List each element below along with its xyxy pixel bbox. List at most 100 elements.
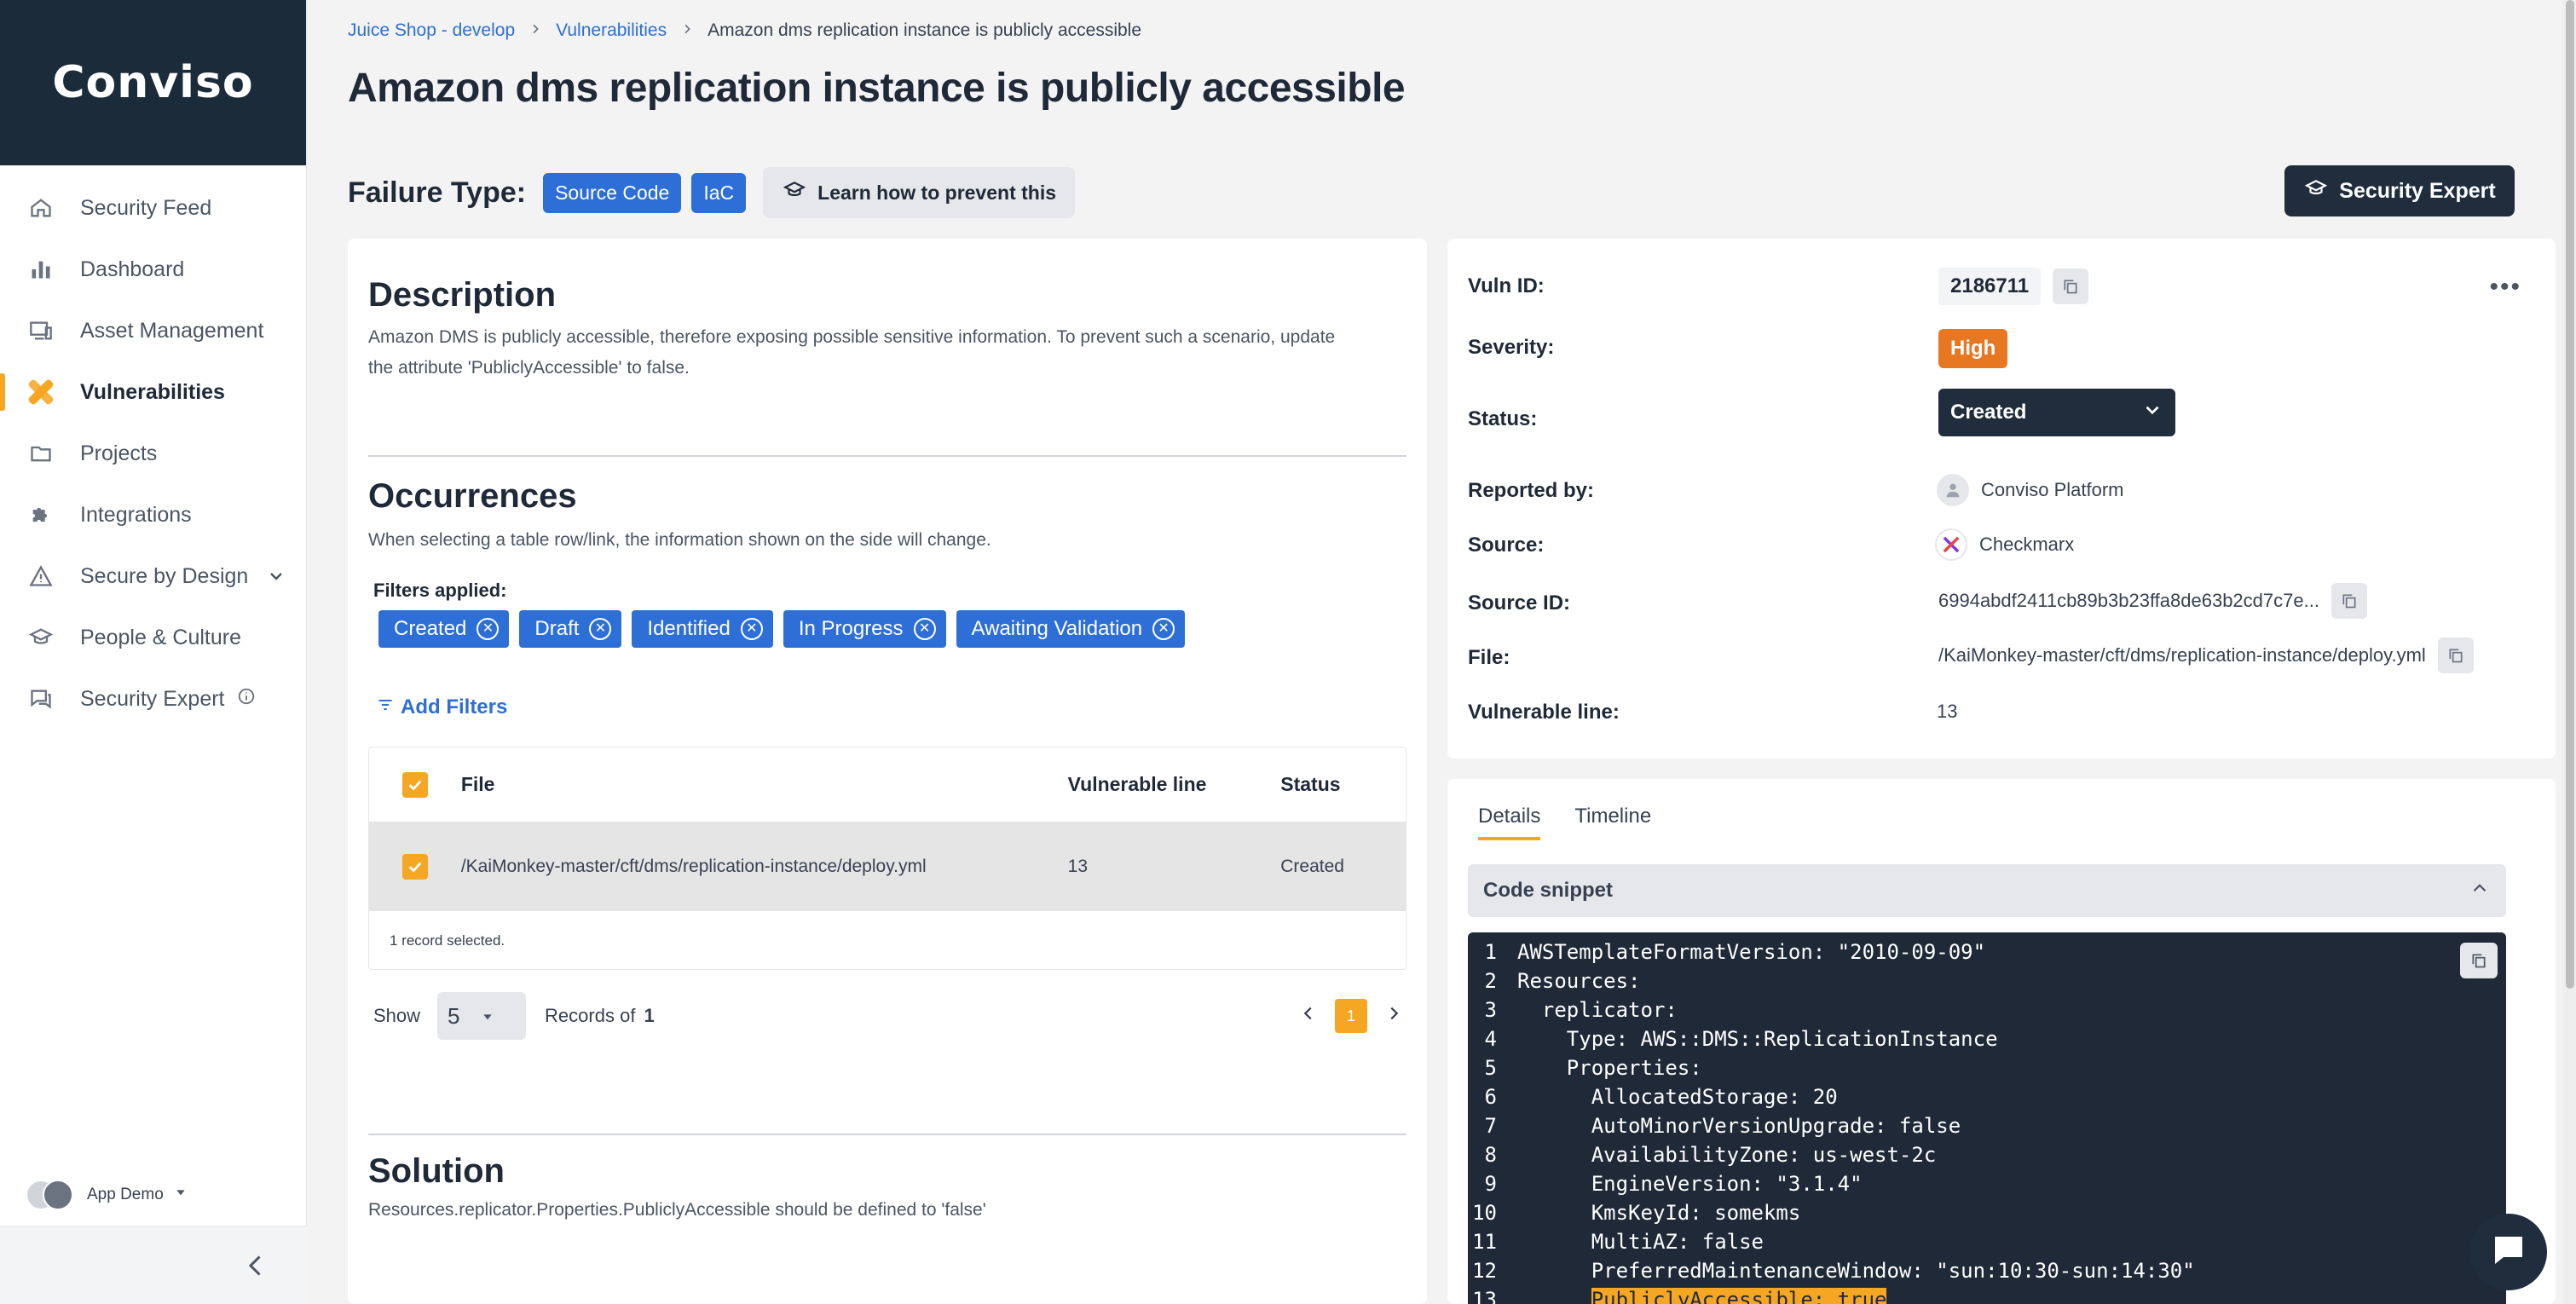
status-value: Created — [1938, 389, 2175, 436]
line-number: 2 — [1484, 969, 1497, 993]
page-title: Amazon dms replication instance is publi… — [348, 66, 1406, 111]
vulnerable-line-value: 13 — [1937, 701, 1957, 723]
sidebar-item-secure-by-design[interactable]: Secure by Design — [0, 545, 306, 607]
warning-icon — [27, 563, 55, 590]
line-number: 3 — [1484, 998, 1497, 1022]
failure-type-row: Failure Type: Source Code IaC Learn how … — [348, 167, 1076, 218]
breadcrumb-vulnerabilities[interactable]: Vulnerabilities — [556, 20, 667, 41]
chevron-down-icon[interactable] — [266, 566, 286, 592]
occurrences-title: Occurrences — [368, 477, 577, 515]
copy-icon[interactable] — [2437, 638, 2474, 673]
row-checkbox[interactable] — [369, 854, 461, 880]
avatar — [26, 1178, 77, 1212]
chevron-left-icon[interactable] — [240, 1250, 271, 1285]
code-line: 3 replicator: — [1468, 995, 2506, 1024]
tab-timeline[interactable]: Timeline — [1574, 805, 1651, 840]
remove-filter-icon[interactable]: ✕ — [1152, 618, 1175, 640]
security-expert-label: Security Expert — [2339, 178, 2496, 203]
line-text: AutoMinorVersionUpgrade: false — [1517, 1114, 1961, 1138]
solution-title: Solution — [368, 1152, 505, 1190]
solution-text: Resources.replicator.Properties.Publicly… — [368, 1200, 986, 1220]
tab-details[interactable]: Details — [1478, 805, 1541, 840]
reported-by-name: Conviso Platform — [1981, 479, 2124, 500]
copy-icon[interactable] — [2460, 943, 2498, 978]
user-menu[interactable]: App Demo — [26, 1178, 188, 1212]
highlighted-vulnerable-code: PubliclyAccessible: true — [1591, 1288, 1887, 1304]
code-line: 6 AllocatedStorage: 20 — [1468, 1082, 2506, 1111]
remove-filter-icon[interactable]: ✕ — [477, 618, 500, 640]
remove-filter-icon[interactable]: ✕ — [740, 618, 763, 640]
page-number-button[interactable]: 1 — [1335, 999, 1367, 1033]
more-options-icon[interactable]: ••• — [2489, 273, 2521, 302]
sidebar-item-label: Asset Management — [80, 318, 264, 343]
sidebar-item-people-culture[interactable]: People & Culture — [0, 607, 306, 668]
code-snippet-header[interactable]: Code snippet — [1468, 864, 2506, 917]
sidebar-item-label: Security Feed — [80, 195, 212, 220]
vuln-id: 2186711 — [1938, 268, 2042, 305]
line-number: 12 — [1472, 1259, 1497, 1283]
line-number: 1 — [1484, 940, 1497, 964]
selection-note: 1 record selected. — [390, 932, 505, 949]
column-header-status[interactable]: Status — [1280, 773, 1406, 796]
sidebar-item-security-feed[interactable]: Security Feed — [0, 177, 306, 239]
page-size-select[interactable]: 5 — [437, 992, 527, 1040]
sidebar-item-vulnerabilities[interactable]: Vulnerabilities — [0, 361, 306, 423]
line-text: EngineVersion: "3.1.4" — [1517, 1172, 1863, 1196]
filter-chip-label: Awaiting Validation — [971, 617, 1143, 640]
chat-bubble-icon — [2488, 1230, 2529, 1275]
records-label: Records of — [545, 1005, 636, 1026]
table-row[interactable]: /KaiMonkey-master/cft/dms/replication-in… — [369, 822, 1406, 911]
scrollbar-thumb[interactable] — [2566, 0, 2574, 989]
code-line: 12 PreferredMaintenanceWindow: "sun:10:3… — [1468, 1256, 2506, 1285]
line-text: MultiAZ: false — [1517, 1230, 1764, 1254]
learn-prevent-button[interactable]: Learn how to prevent this — [763, 167, 1076, 218]
column-header-vulnerable-line[interactable]: Vulnerable line — [1068, 773, 1281, 796]
copy-icon[interactable] — [2053, 268, 2089, 304]
add-filters-button[interactable]: Add Filters — [377, 695, 507, 719]
chevron-left-icon[interactable] — [1299, 1004, 1318, 1028]
puzzle-icon — [27, 501, 55, 528]
pager: 1 — [1299, 999, 1403, 1033]
select-all-checkbox[interactable] — [369, 771, 461, 798]
checkmarx-icon — [1935, 528, 1967, 561]
status-selected: Created — [1950, 401, 2027, 424]
column-header-file[interactable]: File — [461, 773, 1068, 796]
breadcrumb-project[interactable]: Juice Shop - develop — [348, 20, 515, 41]
sidebar-item-integrations[interactable]: Integrations — [0, 484, 306, 545]
line-number: 10 — [1472, 1201, 1497, 1225]
logo[interactable]: Conviso — [0, 0, 306, 165]
reported-by-label: Reported by: — [1468, 479, 1595, 502]
status-dropdown[interactable]: Created — [1938, 389, 2175, 436]
user-icon — [1937, 474, 1969, 506]
sidebar-item-dashboard[interactable]: Dashboard — [0, 239, 306, 300]
chevron-down-icon — [2141, 399, 2163, 427]
line-number: 13 — [1472, 1288, 1497, 1304]
sidebar-item-security-expert[interactable]: Security Expert — [0, 668, 306, 730]
filter-icon — [377, 695, 394, 719]
filter-chip-draft: Draft ✕ — [519, 610, 622, 648]
file-path: /KaiMonkey-master/cft/dms/replication-in… — [1938, 644, 2426, 666]
line-number: 7 — [1484, 1114, 1497, 1138]
remove-filter-icon[interactable]: ✕ — [913, 618, 936, 640]
line-text — [1510, 1288, 1591, 1304]
source-id-value: 6994abdf2411cb89b3b23ffa8de63b2cd7c7e... — [1938, 583, 2367, 619]
remove-filter-icon[interactable]: ✕ — [589, 618, 612, 640]
description-text: Amazon DMS is publicly accessible, there… — [368, 327, 1336, 378]
graduation-cap-icon — [27, 624, 55, 651]
filter-chip-awaiting-validation: Awaiting Validation ✕ — [956, 610, 1186, 648]
sidebar-item-projects[interactable]: Projects — [0, 423, 306, 484]
filter-chip-label: Draft — [534, 617, 580, 640]
info-icon[interactable] — [237, 687, 256, 712]
chevron-right-icon[interactable] — [1384, 1004, 1403, 1028]
graduation-cap-icon — [2303, 177, 2329, 205]
copy-icon[interactable] — [2331, 583, 2367, 619]
line-number: 6 — [1484, 1085, 1497, 1109]
sidebar-item-asset-management[interactable]: Asset Management — [0, 300, 306, 361]
chat-launcher[interactable] — [2470, 1214, 2547, 1290]
security-expert-button[interactable]: Security Expert — [2284, 165, 2515, 216]
code-line: 8 AvailabilityZone: us-west-2c — [1468, 1140, 2506, 1169]
failure-type-label: Failure Type: — [348, 176, 527, 209]
line-text: Properties: — [1517, 1056, 1702, 1080]
graduation-cap-icon — [782, 179, 807, 206]
filter-chip-identified: Identified ✕ — [632, 610, 773, 648]
